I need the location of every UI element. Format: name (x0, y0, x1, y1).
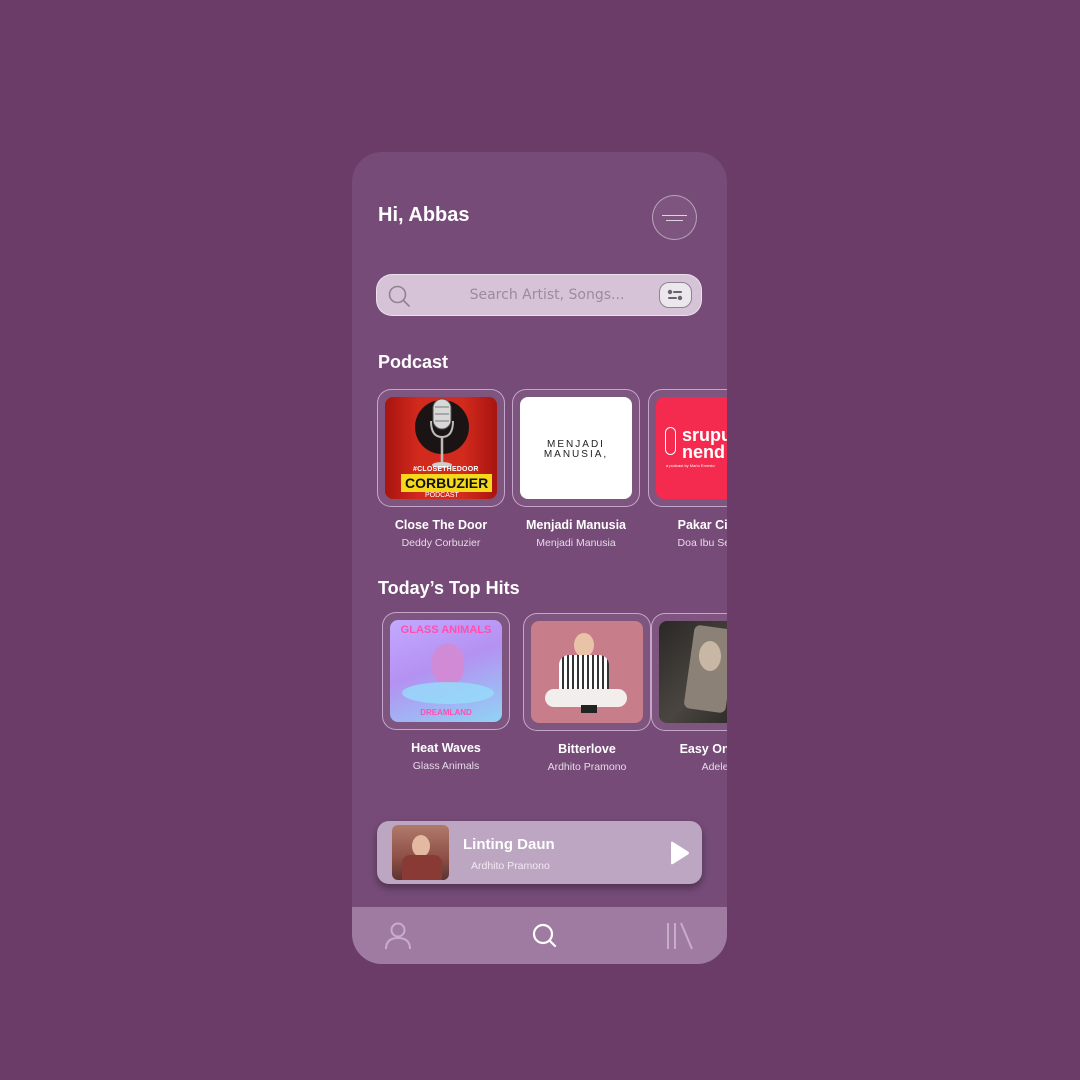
now-playing-title: Linting Daun (463, 836, 555, 853)
podcast-thumbnail: #CLOSETHEDOOR CORBUZIER PODCAST (377, 389, 505, 507)
song-cover-art: GLASS ANIMALS DREAMLAND (390, 620, 502, 722)
song-cover-art (531, 621, 643, 723)
menu-button[interactable] (652, 195, 697, 240)
podcast-title: Pakar Cinta (677, 518, 727, 532)
song-thumbnail (651, 613, 727, 731)
cover-caption: a podcast by Marlo Ernesto (666, 463, 715, 468)
podcast-card[interactable]: srupu nend a podcast by Marlo Ernesto Pa… (647, 389, 727, 549)
top-hits-section-title: Today’s Top Hits (378, 578, 520, 598)
figure-head (574, 633, 594, 657)
song-thumbnail: GLASS ANIMALS DREAMLAND (382, 612, 510, 730)
podcast-thumbnail: srupu nend a podcast by Marlo Ernesto (648, 389, 727, 507)
cover-hashtag-text: #CLOSETHEDOOR (413, 466, 479, 473)
figure-shoes (581, 705, 597, 713)
profile-icon[interactable] (382, 919, 414, 951)
pool-shape (402, 682, 494, 704)
menu-line-icon (662, 215, 687, 216)
cover-podcast-text: PODCAST (425, 492, 459, 499)
cover-text-line: MANUSIA, (543, 449, 609, 460)
play-icon[interactable] (667, 840, 691, 866)
podcast-card[interactable]: MENJADI MANUSIA, Menjadi Manusia Menjadi… (511, 389, 641, 549)
cover-face-shape (412, 835, 430, 857)
search-icon (388, 285, 410, 307)
search-bar[interactable] (376, 274, 702, 316)
search-icon[interactable] (528, 919, 560, 951)
cover-subtitle-text: DREAMLAND (420, 708, 472, 717)
greeting-title: Hi, Abbas (378, 204, 470, 226)
song-artist: Ardhito Pramono (547, 761, 627, 773)
podcast-author: Doa Ibu Selalu (677, 537, 727, 549)
search-input[interactable] (437, 281, 657, 309)
statue-head-shape (432, 644, 464, 684)
song-card[interactable]: Easy On Me Adele (650, 613, 727, 773)
app-screen: Hi, Abbas Podcast (352, 152, 727, 964)
cover-title-text: GLASS ANIMALS (400, 624, 492, 636)
podcast-title: Close The Door (394, 518, 488, 532)
song-artist: Glass Animals (412, 760, 480, 772)
song-artist: Adele (701, 761, 727, 773)
library-icon[interactable] (664, 919, 696, 951)
song-cover-art (659, 621, 727, 723)
podcast-author: Deddy Corbuzier (401, 537, 481, 549)
microphone-icon (430, 398, 454, 468)
song-thumbnail (523, 613, 651, 731)
filter-icon (667, 289, 683, 301)
song-card[interactable]: GLASS ANIMALS DREAMLAND Heat Waves Glass… (381, 612, 511, 772)
podcast-section-title: Podcast (378, 352, 449, 372)
filter-button[interactable] (659, 282, 692, 308)
cover-logo-icon (665, 427, 676, 455)
podcast-cover-art: MENJADI MANUSIA, (520, 397, 632, 499)
bottom-navigation (352, 907, 727, 964)
podcast-cover-art: srupu nend a podcast by Marlo Ernesto (656, 397, 727, 499)
menu-line-icon (666, 220, 683, 221)
cover-main-text: CORBUZIER (401, 474, 493, 492)
song-card[interactable]: Bitterlove Ardhito Pramono (522, 613, 652, 773)
podcast-title: Menjadi Manusia (525, 518, 627, 532)
now-playing-bar[interactable]: Linting Daun Ardhito Pramono (377, 821, 702, 884)
song-title: Easy On Me (679, 742, 727, 756)
podcast-author: Menjadi Manusia (536, 537, 616, 549)
portrait-shape (699, 641, 721, 671)
podcast-card[interactable]: #CLOSETHEDOOR CORBUZIER PODCAST Close Th… (376, 389, 506, 549)
song-title: Bitterlove (558, 742, 616, 756)
podcast-cover-art: #CLOSETHEDOOR CORBUZIER PODCAST (385, 397, 497, 499)
cover-body-shape (402, 855, 442, 880)
song-title: Heat Waves (411, 741, 481, 755)
cover-text-line: nend (682, 442, 725, 462)
now-playing-cover (392, 825, 449, 880)
podcast-thumbnail: MENJADI MANUSIA, (512, 389, 640, 507)
now-playing-artist: Ardhito Pramono (471, 860, 550, 872)
